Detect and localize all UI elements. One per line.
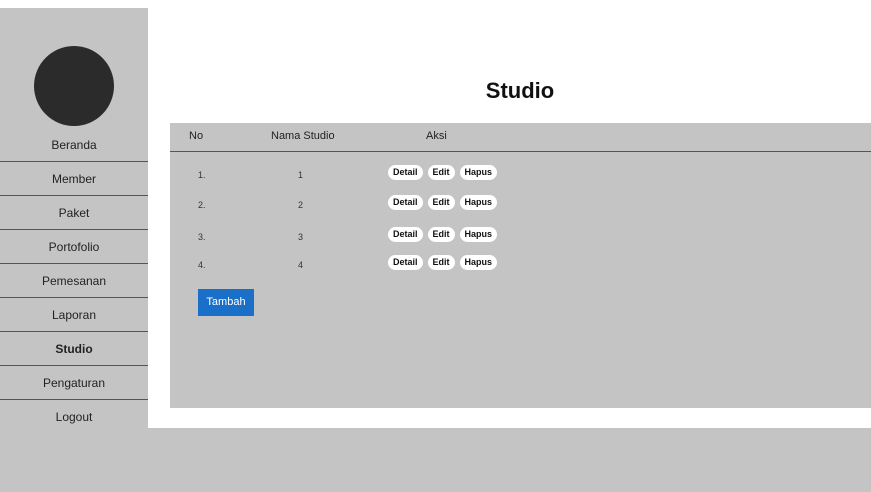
- hapus-button[interactable]: Hapus: [459, 255, 498, 270]
- sidebar-item-portofolio[interactable]: Portofolio: [0, 230, 148, 264]
- column-header-no: No: [189, 130, 204, 142]
- hapus-button[interactable]: Hapus: [459, 227, 498, 242]
- row-number: 2.: [198, 200, 206, 210]
- row-studio-name: 2: [298, 200, 304, 210]
- edit-button[interactable]: Edit: [427, 195, 455, 210]
- row-studio-name: 1: [298, 170, 304, 180]
- sidebar-item-paket[interactable]: Paket: [0, 196, 148, 230]
- detail-button[interactable]: Detail: [388, 165, 423, 180]
- avatar: [34, 46, 114, 126]
- table-row: 2. 2 Detail Edit Hapus: [170, 195, 871, 215]
- sidebar-item-beranda[interactable]: Beranda: [0, 128, 148, 162]
- hapus-button[interactable]: Hapus: [459, 195, 498, 210]
- edit-button[interactable]: Edit: [427, 165, 455, 180]
- column-header-aksi: Aksi: [426, 130, 447, 142]
- table-row: 1. 1 Detail Edit Hapus: [170, 165, 871, 185]
- detail-button[interactable]: Detail: [388, 255, 423, 270]
- table-header: No Nama Studio Aksi: [170, 123, 871, 152]
- footer: [0, 428, 871, 492]
- row-actions: Detail Edit Hapus: [388, 195, 498, 210]
- sidebar: Beranda Member Paket Portofolio Pemesana…: [0, 8, 148, 492]
- table-row: 4. 4 Detail Edit Hapus: [170, 255, 871, 275]
- edit-button[interactable]: Edit: [427, 227, 455, 242]
- row-studio-name: 4: [298, 260, 304, 270]
- detail-button[interactable]: Detail: [388, 227, 423, 242]
- hapus-button[interactable]: Hapus: [459, 165, 498, 180]
- edit-button[interactable]: Edit: [427, 255, 455, 270]
- sidebar-item-laporan[interactable]: Laporan: [0, 298, 148, 332]
- row-actions: Detail Edit Hapus: [388, 227, 498, 242]
- studio-table-panel: No Nama Studio Aksi 1. 1 Detail Edit Hap…: [170, 123, 871, 408]
- table-row: 3. 3 Detail Edit Hapus: [170, 227, 871, 247]
- sidebar-item-pengaturan[interactable]: Pengaturan: [0, 366, 148, 400]
- sidebar-nav: Beranda Member Paket Portofolio Pemesana…: [0, 128, 148, 434]
- sidebar-item-member[interactable]: Member: [0, 162, 148, 196]
- row-actions: Detail Edit Hapus: [388, 255, 498, 270]
- detail-button[interactable]: Detail: [388, 195, 423, 210]
- page-title: Studio: [485, 78, 555, 103]
- row-number: 3.: [198, 232, 206, 242]
- row-number: 1.: [198, 170, 206, 180]
- column-header-nama-studio: Nama Studio: [271, 130, 335, 142]
- tambah-button[interactable]: Tambah: [198, 289, 254, 316]
- sidebar-item-studio[interactable]: Studio: [0, 332, 148, 366]
- row-number: 4.: [198, 260, 206, 270]
- row-studio-name: 3: [298, 232, 304, 242]
- row-actions: Detail Edit Hapus: [388, 165, 498, 180]
- sidebar-item-pemesanan[interactable]: Pemesanan: [0, 264, 148, 298]
